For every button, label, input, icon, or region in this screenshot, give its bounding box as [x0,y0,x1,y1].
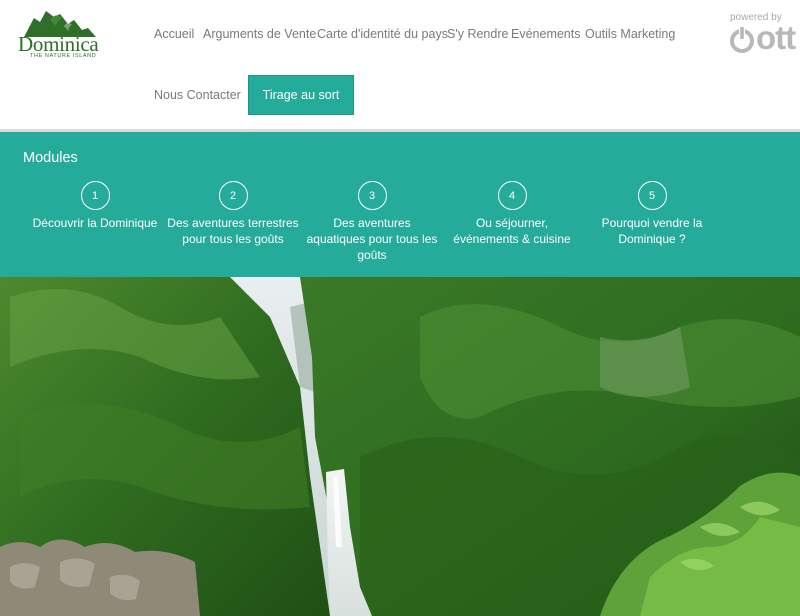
module-label: Découvrir la Dominique [32,216,158,230]
module-number: 4 [497,181,527,210]
nav-item-evenements[interactable]: Evénements [511,26,580,42]
module-label: Ou séjourner, événements & cuisine [453,216,571,246]
module-label: Des aventures aquatiques pour tous les g… [306,216,438,262]
module-item-2[interactable]: 2 Des aventures terrestres pour tous les… [158,181,308,247]
nav-item-outils-marketing[interactable]: Outils Marketing [585,26,675,42]
hero-image [0,277,800,616]
tirage-au-sort-button[interactable]: Tirage au sort [248,75,354,115]
ott-wordmark: ott [756,19,796,56]
logo-wordmark: Dominica [18,32,99,56]
module-label: Pourquoi vendre la Dominique ? [601,216,703,246]
nav-item-nous-contacter[interactable]: Nous Contacter [154,87,241,103]
module-label: Des aventures terrestres pour tous les g… [167,216,299,246]
module-number: 5 [637,181,667,210]
module-number: 3 [357,181,387,210]
power-icon [730,26,754,53]
module-item-4[interactable]: 4 Ou séjourner, événements & cuisine [437,181,587,247]
rainforest-waterfall-photo [0,277,800,616]
module-item-3[interactable]: 3 Des aventures aquatiques pour tous les… [297,181,447,263]
nav-item-sy-rendre[interactable]: S'y Rendre [447,26,508,42]
nav-item-carte-identite[interactable]: Carte d'identité du pays [317,26,448,42]
logo-tagline: THE NATURE ISLAND [30,53,97,59]
modules-band: Modules 1 Découvrir la Dominique 2 Des a… [0,132,800,277]
dominica-logo[interactable]: Dominica THE NATURE ISLAND [16,8,104,60]
ott-logo[interactable]: ott [728,19,796,56]
nav-item-arguments-de-vente[interactable]: Arguments de Vente [203,26,316,42]
module-item-5[interactable]: 5 Pourquoi vendre la Dominique ? [577,181,727,247]
module-item-1[interactable]: 1 Découvrir la Dominique [20,181,170,231]
module-number: 2 [218,181,248,210]
site-header: Dominica THE NATURE ISLAND Accueil Argum… [0,0,800,132]
nav-item-accueil[interactable]: Accueil [154,26,194,42]
module-number: 1 [80,181,110,210]
modules-title: Modules [23,150,78,166]
